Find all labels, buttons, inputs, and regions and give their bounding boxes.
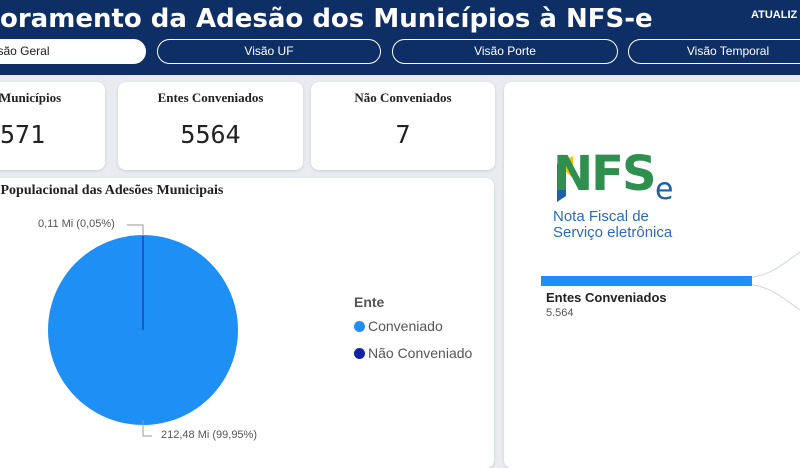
kpi-card-nao-conveniados: Não Conveniados 7: [311, 82, 495, 170]
tab-label: Visão Porte: [474, 44, 536, 58]
bar-value: 5.564: [546, 307, 574, 319]
tab-visao-temporal[interactable]: Visão Temporal: [628, 39, 800, 64]
bar-label: Entes Conveniados: [546, 290, 667, 305]
legend-item-nao-conveniado[interactable]: Não Conveniado: [354, 345, 472, 361]
update-label: ATUALIZ: [751, 9, 797, 21]
header-bar: oramento da Adesão dos Municípios à NFS-…: [0, 0, 800, 75]
bar-track: [541, 276, 752, 286]
kpi-title: Entes Conveniados: [118, 90, 303, 106]
legend-dot: [354, 348, 365, 359]
tab-label: Visão UF: [244, 44, 293, 58]
tab-visao-porte[interactable]: Visão Porte: [392, 39, 618, 64]
pie-data-label-conveniado: 212,48 Mi (99,95%): [161, 429, 257, 441]
kpi-title: e Municípios: [0, 90, 61, 106]
nfse-logo-suffix: e: [655, 172, 673, 207]
kpi-card-total-municipios: e Municípios 571: [0, 82, 105, 170]
legend-item-conveniado[interactable]: Conveniado: [354, 318, 443, 334]
tab-label: Visão Temporal: [687, 44, 769, 58]
chart-title: a Populacional das Adesões Municipais: [0, 183, 223, 199]
kpi-card-entes-conveniados: Entes Conveniados 5564: [118, 82, 303, 170]
legend-title: Ente: [354, 294, 384, 310]
kpi-value: 7: [311, 120, 495, 149]
logo-subtitle-line1: Nota Fiscal de: [553, 208, 649, 225]
legend-label: Conveniado: [368, 318, 443, 334]
kpi-value: 571: [0, 120, 45, 149]
page-title: oramento da Adesão dos Municípios à NFS-…: [0, 4, 653, 34]
right-panel-card: [504, 82, 800, 468]
kpi-value: 5564: [118, 120, 303, 149]
nfse-logo-text: NFS: [553, 150, 655, 198]
pie-data-label-nao-conveniado: 0,11 Mi (0,05%): [38, 218, 115, 230]
bar-entes-conveniados[interactable]: [541, 276, 752, 286]
legend-dot: [354, 321, 365, 332]
tab-visao-uf[interactable]: Visão UF: [157, 39, 381, 64]
tab-label: Visão Geral: [0, 44, 49, 58]
kpi-title: Não Conveniados: [311, 90, 495, 106]
legend-label: Não Conveniado: [368, 345, 472, 361]
tab-visao-geral[interactable]: Visão Geral: [0, 39, 146, 64]
logo-subtitle-line2: Serviço eletrônica: [553, 224, 672, 241]
